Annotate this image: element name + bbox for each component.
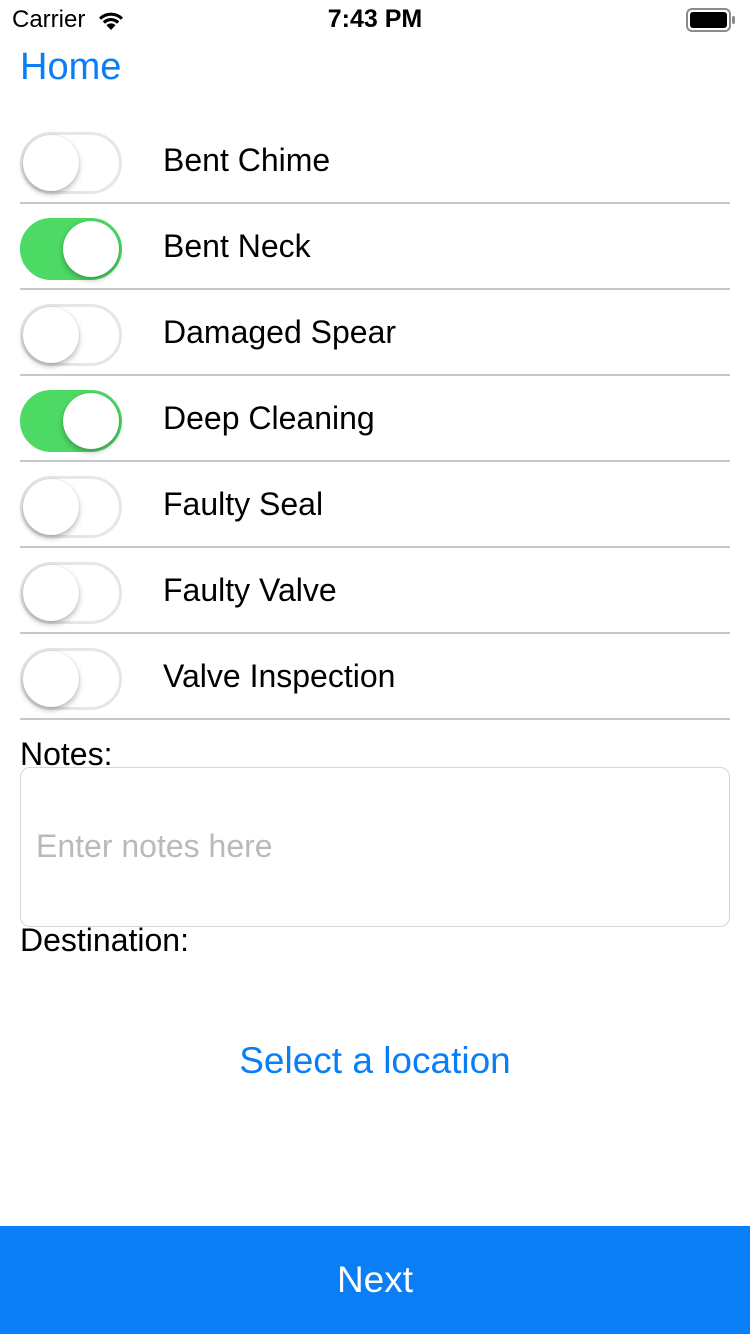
destination-label: Destination: (20, 922, 189, 958)
option-row: Valve Inspection (0, 634, 750, 720)
toggle-knob (23, 479, 79, 535)
option-row: Faulty Seal (0, 462, 750, 548)
option-row: Faulty Valve (0, 548, 750, 634)
option-toggle[interactable] (20, 562, 122, 624)
option-row: Damaged Spear (0, 290, 750, 376)
option-label: Deep Cleaning (163, 400, 375, 436)
notes-placeholder: Enter notes here (36, 828, 273, 864)
option-label: Faulty Valve (163, 572, 337, 608)
option-toggle[interactable] (20, 390, 122, 452)
status-time: 7:43 PM (327, 5, 423, 33)
notes-input[interactable]: Enter notes here (20, 767, 730, 927)
option-label: Faulty Seal (163, 486, 324, 522)
next-button[interactable]: Next (0, 1226, 750, 1334)
toggle-knob (63, 393, 119, 449)
status-bar: Carrier 7:43 PM (0, 0, 750, 40)
option-toggle[interactable] (20, 304, 122, 366)
option-toggle[interactable] (20, 476, 122, 538)
option-toggle[interactable] (20, 132, 122, 194)
toggle-knob (23, 307, 79, 363)
home-back-button[interactable]: Home (20, 46, 121, 89)
toggle-knob (23, 565, 79, 621)
select-location-button[interactable]: Select a location (0, 1040, 750, 1082)
option-list: Bent Chime Bent Neck Damaged Spear Deep … (0, 118, 750, 720)
toggle-knob (63, 221, 119, 277)
option-row: Deep Cleaning (0, 376, 750, 462)
option-label: Bent Chime (163, 142, 331, 178)
screen: Carrier 7:43 PM Home Bent Chime Bent Nec… (0, 0, 750, 1334)
option-label: Bent Neck (163, 228, 311, 264)
toggle-knob (23, 651, 79, 707)
option-label: Damaged Spear (163, 314, 397, 350)
option-label: Valve Inspection (163, 658, 396, 694)
option-toggle[interactable] (20, 648, 122, 710)
option-row: Bent Neck (0, 204, 750, 290)
battery-icon (686, 8, 735, 32)
option-row: Bent Chime (0, 118, 750, 204)
toggle-knob (23, 135, 79, 191)
option-toggle[interactable] (20, 218, 122, 280)
